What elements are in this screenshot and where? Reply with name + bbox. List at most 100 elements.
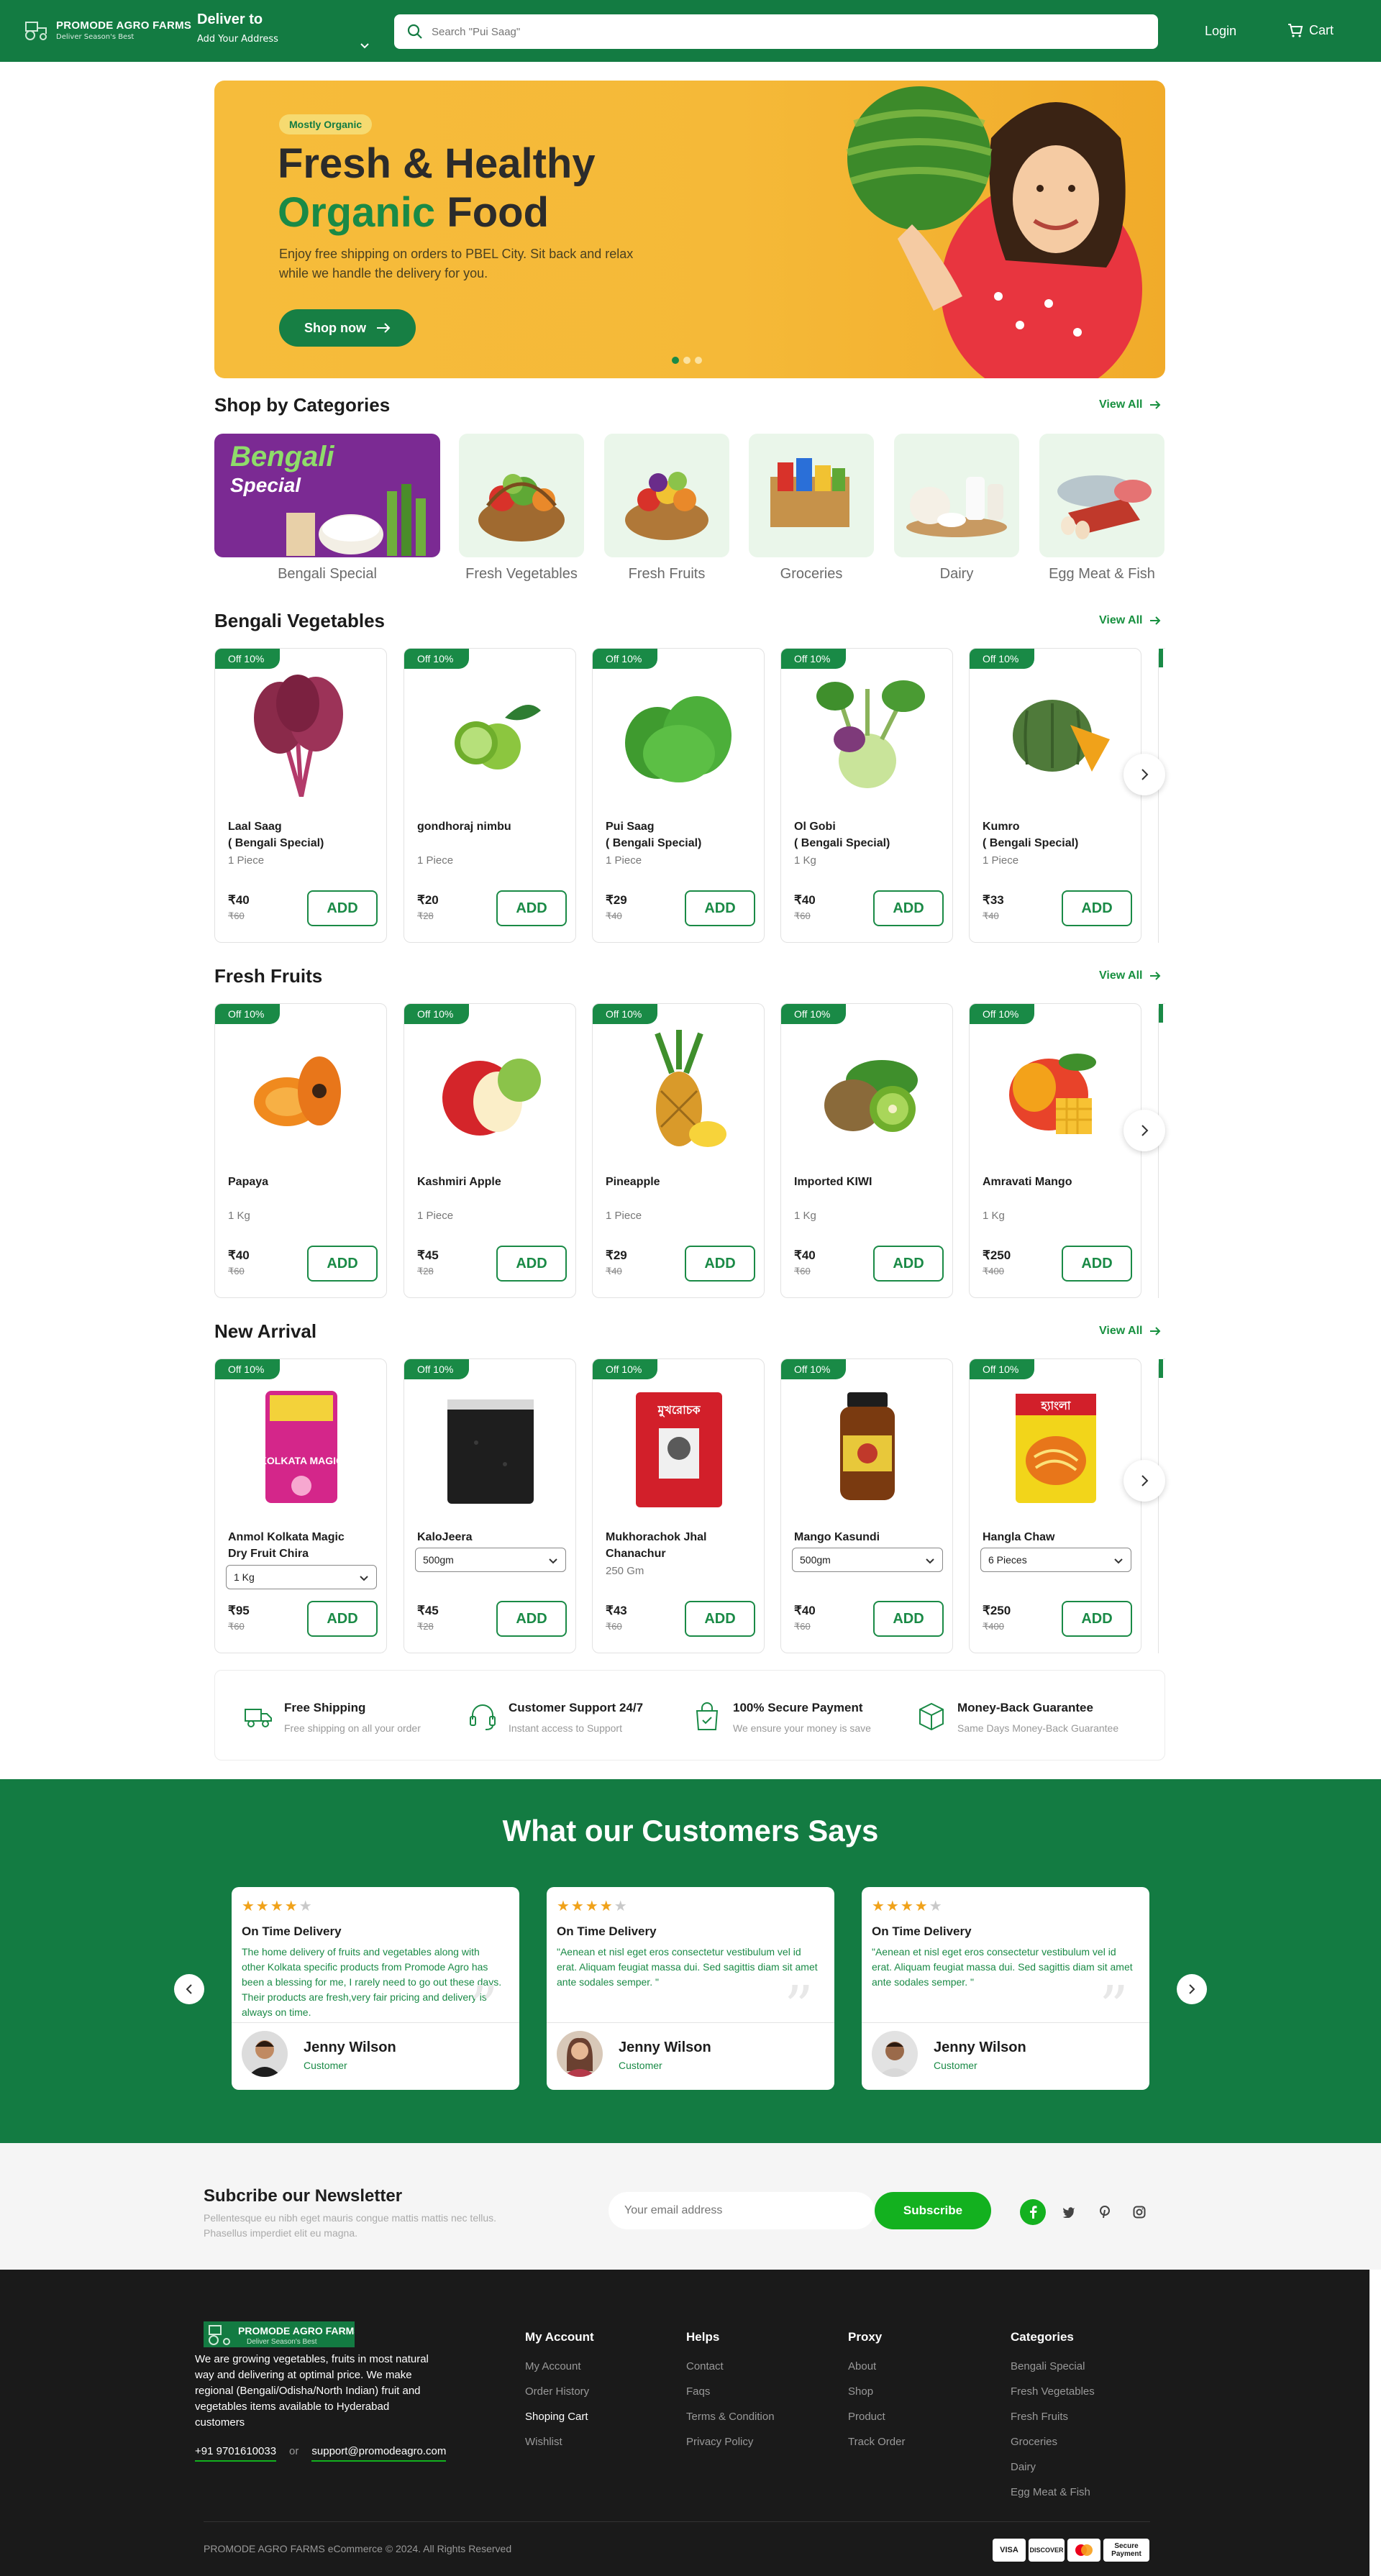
cart-icon	[1288, 24, 1303, 37]
product-card[interactable]: Off 10% মুখরোচক Mukhorachok Jhal Chanachu…	[592, 1358, 765, 1653]
pinterest-icon[interactable]	[1092, 2199, 1118, 2225]
categories-view-all[interactable]: View All	[1099, 398, 1161, 411]
product-card[interactable]: Off 10% হ্যাংলা Hangla Chaw 6 Pieces ₹25…	[969, 1358, 1141, 1653]
vegetables-next-button[interactable]	[1124, 754, 1165, 795]
category-bengali-special[interactable]: Bengali Special Bengali Special	[214, 434, 440, 583]
product-card[interactable]: Off 10% Kashmiri Apple 1 Piece ₹45 ₹28 A…	[404, 1003, 576, 1298]
add-to-cart-button[interactable]: ADD	[873, 1246, 944, 1282]
add-to-cart-button[interactable]: ADD	[1062, 890, 1132, 926]
twitter-icon[interactable]	[1056, 2199, 1082, 2225]
category-groceries[interactable]: Groceries	[749, 434, 874, 583]
footer-link[interactable]: Fresh Fruits	[1011, 2411, 1095, 2423]
variant-select[interactable]: 6 Pieces	[980, 1548, 1131, 1572]
add-to-cart-button[interactable]: ADD	[873, 890, 944, 926]
product-card[interactable]: Off 10% Imported KIWI 1 Kg ₹40 ₹60 ADD	[780, 1003, 953, 1298]
subscribe-button[interactable]: Subscribe	[875, 2192, 991, 2229]
hero-banner: Mostly Organic Fresh & Healthy Organic Fo…	[214, 81, 1165, 378]
footer-link[interactable]: Groceries	[1011, 2436, 1095, 2448]
product-price: ₹45	[417, 1604, 439, 1617]
search-input[interactable]	[432, 25, 1079, 38]
login-link[interactable]: Login	[1205, 24, 1236, 39]
footer-link[interactable]: Egg Meat & Fish	[1011, 2486, 1095, 2498]
add-to-cart-button[interactable]: ADD	[496, 890, 567, 926]
footer-phone-link[interactable]: +91 9701610033	[195, 2445, 277, 2462]
cart-button[interactable]: Cart	[1287, 22, 1334, 38]
feature-subtitle: We ensure your money is save	[733, 1722, 871, 1734]
add-to-cart-button[interactable]: ADD	[873, 1601, 944, 1637]
footer-link[interactable]: Terms & Condition	[686, 2411, 775, 2423]
add-to-cart-button[interactable]: ADD	[685, 1601, 755, 1637]
carousel-dot[interactable]	[683, 357, 690, 364]
add-to-cart-button[interactable]: ADD	[496, 1601, 567, 1637]
chevron-right-icon	[1141, 1125, 1149, 1136]
brand-logo[interactable]: PROMODE AGRO FARMS Deliver Season's Best	[24, 19, 191, 41]
testimonials-prev-button[interactable]	[174, 1974, 204, 2004]
shop-now-button[interactable]: Shop now	[279, 309, 416, 347]
footer-link[interactable]: Bengali Special	[1011, 2360, 1095, 2372]
rating-stars: ★★★★★	[872, 1897, 944, 1914]
add-to-cart-button[interactable]: ADD	[1062, 1601, 1132, 1637]
footer-link[interactable]: Shop	[848, 2385, 905, 2398]
footer-link[interactable]: Fresh Vegetables	[1011, 2385, 1095, 2398]
hero-description: Enjoy free shipping on orders to PBEL Ci…	[279, 247, 634, 280]
product-card[interactable]: Off 10% gondhoraj nimbu 1 Piece ₹20 ₹28 …	[404, 648, 576, 943]
variant-select[interactable]: 1 Kg	[226, 1565, 377, 1589]
add-to-cart-button[interactable]: ADD	[307, 890, 378, 926]
product-card[interactable]: Off 10% Laal Saag( Bengali Special) 1 Pi…	[214, 648, 387, 943]
footer-link[interactable]: Product	[848, 2411, 905, 2423]
footer-logo[interactable]: PROMODE AGRO FARMS Deliver Season's Best	[204, 2320, 361, 2352]
footer-or: or	[289, 2445, 299, 2457]
product-name: Amravati Mango	[983, 1176, 1072, 1188]
category-egg-meat-fish[interactable]: Egg Meat & Fish	[1039, 434, 1164, 583]
product-card[interactable]: Off 10% Papaya 1 Kg ₹40 ₹60 ADD	[214, 1003, 387, 1298]
product-image	[824, 1060, 918, 1132]
customer-name: Jenny Wilson	[619, 2040, 711, 2055]
footer-link[interactable]: Order History	[525, 2385, 594, 2398]
variant-select[interactable]: 500gm	[792, 1548, 943, 1572]
product-card[interactable]: Off 10% KaloJeera 500gm ₹45 ₹28 ADD	[404, 1358, 576, 1653]
footer-link[interactable]: Track Order	[848, 2436, 905, 2448]
product-name: Kashmiri Apple	[417, 1176, 501, 1188]
footer-link[interactable]: My Account	[525, 2360, 594, 2372]
footer-link[interactable]: About	[848, 2360, 905, 2372]
add-to-cart-button[interactable]: ADD	[496, 1246, 567, 1282]
add-to-cart-button[interactable]: ADD	[685, 890, 755, 926]
variant-select[interactable]: 500gm	[415, 1548, 566, 1572]
product-card[interactable]: Off 10% KOLKATA MAGIC Anmol Kolkata Magi…	[214, 1358, 387, 1653]
delivery-address-selector[interactable]: Deliver to Add Your Address	[197, 12, 370, 49]
category-fresh-vegetables[interactable]: Fresh Vegetables	[459, 434, 584, 583]
add-to-cart-button[interactable]: ADD	[1062, 1246, 1132, 1282]
arrivals-view-all[interactable]: View All	[1099, 1325, 1161, 1338]
fruits-view-all[interactable]: View All	[1099, 969, 1161, 982]
footer-email-link[interactable]: support@promodeagro.com	[311, 2445, 447, 2462]
category-dairy[interactable]: Dairy	[894, 434, 1019, 583]
product-card[interactable]: Off 10% Mango Kasundi 500gm ₹40 ₹60 ADD	[780, 1358, 953, 1653]
footer-link[interactable]: Dairy	[1011, 2461, 1095, 2473]
instagram-icon[interactable]	[1126, 2199, 1152, 2225]
footer-link[interactable]: Privacy Policy	[686, 2436, 775, 2448]
facebook-icon[interactable]	[1020, 2199, 1046, 2225]
add-to-cart-button[interactable]: ADD	[685, 1246, 755, 1282]
arrivals-next-button[interactable]	[1124, 1460, 1165, 1502]
add-to-cart-button[interactable]: ADD	[307, 1246, 378, 1282]
category-fresh-fruits[interactable]: Fresh Fruits	[604, 434, 729, 583]
testimonials-next-button[interactable]	[1177, 1974, 1207, 2004]
footer-link[interactable]: Faqs	[686, 2385, 775, 2398]
footer-link[interactable]: Wishlist	[525, 2436, 594, 2448]
newsletter-email-input[interactable]	[609, 2192, 875, 2229]
product-card[interactable]: Off 10% Ol Gobi( Bengali Special) 1 Kg ₹…	[780, 648, 953, 943]
product-card[interactable]: Off 10% Kumro( Bengali Special) 1 Piece …	[969, 648, 1141, 943]
product-name: Pui Saag( Bengali Special)	[606, 821, 702, 849]
footer-link[interactable]: Contact	[686, 2360, 775, 2372]
product-name: KaloJeera	[417, 1531, 473, 1543]
footer-link[interactable]: Shoping Cart	[525, 2411, 594, 2423]
search-bar[interactable]	[394, 14, 1158, 49]
vegetables-view-all[interactable]: View All	[1099, 614, 1161, 627]
carousel-dot[interactable]	[672, 357, 679, 364]
add-to-cart-button[interactable]: ADD	[307, 1601, 378, 1637]
product-card[interactable]: Off 10% Amravati Mango 1 Kg ₹250 ₹400 AD…	[969, 1003, 1141, 1298]
product-card[interactable]: Off 10% Pineapple 1 Piece ₹29 ₹40 ADD	[592, 1003, 765, 1298]
fruits-next-button[interactable]	[1124, 1110, 1165, 1151]
carousel-dot[interactable]	[695, 357, 702, 364]
product-card[interactable]: Off 10% Pui Saag( Bengali Special) 1 Pie…	[592, 648, 765, 943]
